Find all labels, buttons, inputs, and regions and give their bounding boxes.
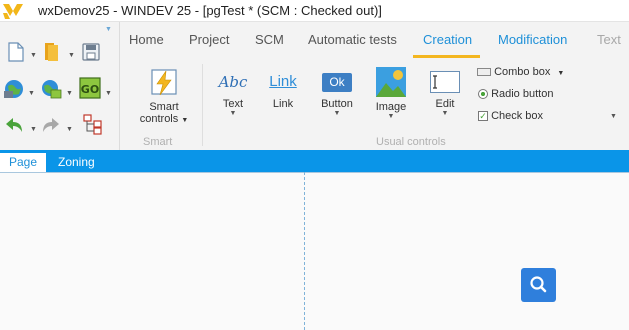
project-dropdown-icon[interactable]: ▼ bbox=[28, 90, 35, 97]
link-control-label: Link bbox=[272, 98, 294, 110]
quick-access-toolbar: ▼ ▼ ▼ ▼ ▼ GO ▼ ▼ ▼ bbox=[0, 22, 120, 150]
edit-field-icon bbox=[430, 71, 460, 93]
text-control-icon: Abc bbox=[218, 73, 248, 91]
text-control-dropdown-icon: ▼ bbox=[229, 110, 237, 117]
radio-button-icon bbox=[478, 89, 488, 100]
link-control-button[interactable]: Link Link bbox=[262, 68, 304, 110]
tab-modification[interactable]: Modification bbox=[498, 32, 567, 47]
svg-text:GO: GO bbox=[81, 83, 99, 96]
smart-controls-label-1: Smart bbox=[149, 101, 179, 113]
check-box-icon: ✓ bbox=[478, 111, 488, 122]
radio-button-label: Radio button bbox=[491, 88, 554, 100]
check-box-button[interactable]: ✓ Check box bbox=[478, 110, 543, 122]
combo-box-icon bbox=[477, 68, 491, 77]
undo-dropdown-icon[interactable]: ▼ bbox=[30, 126, 37, 133]
search-button[interactable] bbox=[521, 268, 556, 302]
customize-toolbar-icon[interactable]: ▼ bbox=[105, 26, 112, 33]
window-title: wxDemov25 - WINDEV 25 - [pgTest * (SCM :… bbox=[38, 3, 382, 18]
edit-control-button[interactable]: Edit ▼ bbox=[422, 68, 468, 118]
edit-control-dropdown-icon: ▼ bbox=[441, 110, 449, 117]
button-control-button[interactable]: Ok Button ▼ bbox=[312, 68, 362, 118]
button-control-icon: Ok bbox=[322, 73, 352, 92]
undo-icon[interactable] bbox=[3, 115, 25, 137]
combo-box-dropdown-icon: ▼ bbox=[557, 70, 565, 77]
open-dropdown-icon[interactable]: ▼ bbox=[68, 52, 75, 59]
tab-automatic-tests[interactable]: Automatic tests bbox=[308, 32, 397, 47]
ribbon-creation: Smart controls ▼ Smart Abc Text ▼ Link L… bbox=[120, 58, 629, 150]
new-document-dropdown-icon[interactable]: ▼ bbox=[30, 52, 37, 59]
editor-tab-bar: Page Zoning bbox=[0, 150, 629, 172]
tab-zoning[interactable]: Zoning bbox=[58, 155, 95, 169]
check-box-label: Check box bbox=[491, 110, 544, 122]
ribbon-tabs: Home Project SCM Automatic tests Creatio… bbox=[120, 22, 629, 58]
title-bar: wxDemov25 - WINDEV 25 - [pgTest * (SCM :… bbox=[0, 0, 629, 22]
image-icon bbox=[376, 67, 406, 97]
save-icon[interactable] bbox=[80, 41, 102, 63]
redo-icon[interactable] bbox=[40, 115, 62, 137]
smart-controls-label-2: controls ▼ bbox=[139, 113, 189, 125]
combo-box-label: Combo box bbox=[494, 66, 551, 78]
page-editor-canvas[interactable] bbox=[0, 172, 629, 330]
hierarchy-icon[interactable] bbox=[82, 113, 104, 135]
tab-scm[interactable]: SCM bbox=[255, 32, 284, 47]
tab-home[interactable]: Home bbox=[129, 32, 164, 47]
test-dropdown-icon[interactable]: ▼ bbox=[66, 90, 73, 97]
edit-field-icon-wrap bbox=[422, 68, 468, 98]
image-control-dropdown-icon: ▼ bbox=[387, 113, 395, 120]
new-document-icon[interactable] bbox=[5, 41, 27, 63]
project-globe-icon[interactable] bbox=[3, 78, 25, 100]
group-separator bbox=[202, 64, 203, 146]
text-control-button[interactable]: Abc Text ▼ bbox=[210, 68, 256, 118]
text-control-label: Text bbox=[222, 98, 244, 110]
go-dropdown-icon[interactable]: ▼ bbox=[105, 90, 112, 97]
search-icon bbox=[530, 276, 547, 293]
combo-box-button[interactable]: Combo box ▼ bbox=[477, 66, 564, 78]
tab-text[interactable]: Text bbox=[597, 32, 621, 47]
canvas-top-border bbox=[0, 172, 629, 173]
center-guide-line bbox=[304, 172, 305, 330]
button-control-dropdown-icon: ▼ bbox=[333, 110, 341, 117]
lightning-icon bbox=[151, 69, 177, 96]
windev-logo-icon bbox=[3, 4, 23, 19]
smart-controls-button[interactable]: Smart controls ▼ bbox=[136, 68, 192, 125]
link-control-icon: Link bbox=[269, 73, 297, 90]
go-icon[interactable]: GO bbox=[79, 77, 101, 99]
tab-project[interactable]: Project bbox=[189, 32, 229, 47]
test-globe-icon[interactable] bbox=[40, 78, 62, 100]
redo-dropdown-icon[interactable]: ▼ bbox=[66, 126, 73, 133]
more-controls-dropdown-icon[interactable]: ▼ bbox=[610, 113, 617, 120]
group-label-usual-controls: Usual controls bbox=[376, 136, 446, 148]
radio-button-button[interactable]: Radio button bbox=[478, 88, 553, 100]
button-control-label: Button bbox=[321, 98, 353, 110]
button-control-icon-wrap: Ok bbox=[312, 68, 362, 98]
open-folder-icon[interactable] bbox=[42, 40, 64, 62]
image-control-button[interactable]: Image ▼ bbox=[367, 66, 415, 121]
tab-page[interactable]: Page bbox=[0, 153, 46, 172]
group-label-smart: Smart bbox=[143, 136, 173, 148]
edit-control-label: Edit bbox=[435, 98, 455, 110]
tab-creation[interactable]: Creation bbox=[423, 32, 472, 47]
image-control-label: Image bbox=[375, 101, 407, 113]
